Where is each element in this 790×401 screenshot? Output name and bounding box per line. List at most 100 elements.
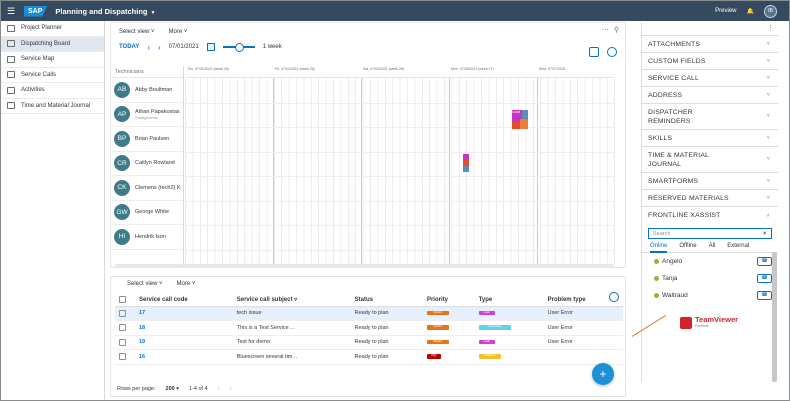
column-header[interactable]: Status <box>350 294 423 307</box>
rows-per-page-select[interactable]: 200 ▾ <box>166 386 179 392</box>
zoom-slider[interactable] <box>222 43 255 52</box>
table-row[interactable]: 17 tech issue Ready to plan Medium repai… <box>115 306 623 321</box>
section-dispatcher-reminders[interactable]: DISPATCHER REMINDERS ˅ <box>642 104 778 130</box>
agent-name: Waltraud <box>662 292 688 299</box>
user-avatar[interactable]: IB <box>764 4 777 18</box>
section-skills[interactable]: SKILLS ˅ <box>642 130 778 147</box>
avatar: AP <box>114 106 130 123</box>
clear-icon[interactable]: ✕ <box>762 231 767 237</box>
menu-icon[interactable]: ☰ <box>1 6 21 17</box>
online-status-icon <box>654 259 659 264</box>
row-checkbox[interactable] <box>119 309 126 317</box>
service-call-code[interactable]: 17 <box>135 306 233 321</box>
event-label: Load <box>512 110 520 114</box>
technician-row[interactable]: GW George White <box>111 201 183 225</box>
problem-type <box>543 349 623 365</box>
technician-row[interactable]: AB Abby Boultman <box>111 78 183 103</box>
overflow-icon[interactable]: ⋯ <box>602 26 609 34</box>
column-header[interactable]: Service call code <box>135 294 233 307</box>
nav-item-dispatching-board[interactable]: Dispatching Board <box>1 36 104 52</box>
technician-name: Clemens (tech2) K <box>135 184 181 191</box>
planner-icon <box>7 24 15 32</box>
row-checkbox[interactable] <box>119 353 126 361</box>
day-label: Thu, 07/01/2021 (week 26) <box>187 67 229 71</box>
panel-toolbar <box>642 22 778 36</box>
more-dropdown[interactable]: More ˅ <box>177 281 196 287</box>
select-all-checkbox[interactable] <box>119 296 126 304</box>
table-row[interactable]: 16 Bluescreen several tim... Ready to pl… <box>115 349 623 365</box>
nav-item-project-planner[interactable]: Project Planner <box>1 21 104 37</box>
table-row[interactable]: 18 This is a Test Service ... Ready to p… <box>115 320 623 336</box>
nav-item-service-calls[interactable]: Service Calls <box>1 68 104 83</box>
row-checkbox[interactable] <box>119 338 126 346</box>
section-time-material-journal[interactable]: TIME & MATERIAL JOURNAL ˅ <box>642 147 778 173</box>
section-smartforms[interactable]: SMARTFORMS ˅ <box>642 173 778 190</box>
column-header-label: Service call subject <box>236 297 293 304</box>
export-icon[interactable] <box>589 47 599 57</box>
settings-gear-icon[interactable] <box>607 47 617 57</box>
technician-row[interactable]: CR Caitlyn Rowland <box>111 152 183 176</box>
date-field[interactable]: 07/01/2021 <box>169 44 199 50</box>
teamviewer-logo: TeamViewer Frontline <box>680 316 738 330</box>
assignment-event[interactable] <box>512 122 520 129</box>
schedule-grid[interactable]: Thu, 07/01/2021 (week 26) Fri, 07/02/202… <box>185 66 615 266</box>
call-button[interactable]: ☎ <box>757 291 772 300</box>
agent-item: Waltraud ☎ <box>642 287 778 304</box>
nav-item-activities[interactable]: Activities <box>1 83 104 99</box>
technician-row[interactable]: AP Athan Papakostas 3 assignments <box>111 103 183 127</box>
section-custom-fields[interactable]: CUSTOM FIELDS ˅ <box>642 53 778 70</box>
panel-scrollbar[interactable] <box>772 252 777 382</box>
section-attachments[interactable]: ATTACHMENTS ˅ <box>642 36 778 53</box>
tab-online[interactable]: Online <box>650 243 668 253</box>
timeline-header: Thu, 07/01/2021 (week 26) Fri, 07/02/202… <box>185 66 615 78</box>
assignment-event[interactable] <box>522 110 528 119</box>
section-address[interactable]: ADDRESS ˅ <box>642 87 778 104</box>
bell-icon[interactable]: 🔔 <box>747 8 754 15</box>
next-page-icon[interactable]: › <box>230 386 232 392</box>
technician-row[interactable]: HI Hendrik Ison <box>111 225 183 250</box>
previous-arrow-icon[interactable]: ‹ <box>147 43 150 52</box>
more-dropdown[interactable]: More ˅ <box>169 29 188 35</box>
technician-name: Abby Boultman <box>135 86 173 93</box>
online-status-icon <box>654 293 659 298</box>
app-title[interactable]: Planning and Dispatching ▼ <box>55 7 155 16</box>
today-button[interactable]: TODAY <box>119 44 139 50</box>
table-row[interactable]: 19 Test for demo Ready to plan Medium re… <box>115 335 623 350</box>
technician-row[interactable]: CK Clemens (tech2) K <box>111 176 183 201</box>
service-call-code[interactable]: 19 <box>135 335 233 350</box>
technician-row[interactable]: BP Brian Paulsen <box>111 127 183 152</box>
more-options-icon[interactable]: ⋮ <box>767 24 774 32</box>
column-header[interactable]: Service call subject ▿ <box>232 294 351 307</box>
service-call-code[interactable]: 18 <box>135 320 233 336</box>
column-header[interactable]: Priority <box>422 294 475 307</box>
day-label: Sat, 07/03/2021 (week 26) <box>363 67 405 71</box>
nav-item-time-material-journal[interactable]: Time and Material Journal <box>1 99 104 114</box>
section-service-call[interactable]: SERVICE CALL ˅ <box>642 70 778 87</box>
column-header[interactable]: Type <box>474 294 544 307</box>
next-arrow-icon[interactable]: › <box>158 43 161 52</box>
tab-offline[interactable]: Offline <box>679 243 696 252</box>
call-button[interactable]: ☎ <box>757 257 772 266</box>
section-label: ADDRESS <box>648 91 683 99</box>
nav-item-service-map[interactable]: Service Map <box>1 52 104 68</box>
horizontal-scrollbar[interactable] <box>115 264 613 267</box>
row-checkbox[interactable] <box>119 324 126 332</box>
service-call-code[interactable]: 16 <box>135 349 233 365</box>
search-icon[interactable]: ⚲ <box>614 26 619 34</box>
calendar-icon[interactable] <box>206 43 215 51</box>
nav-label: Dispatching Board <box>21 40 71 47</box>
section-frontline-xassist[interactable]: FRONTLINE XASSIST ˄ <box>642 207 778 224</box>
assignment-event[interactable] <box>520 119 528 129</box>
section-reserved-materials[interactable]: RESERVED MATERIALS ˅ <box>642 190 778 207</box>
tab-external[interactable]: External <box>727 243 749 252</box>
previous-page-icon[interactable]: ‹ <box>218 386 220 392</box>
select-view-dropdown[interactable]: Select view ˅ <box>119 29 155 35</box>
preview-link[interactable]: Preview <box>715 8 736 14</box>
select-view-dropdown[interactable]: Select view ˅ <box>127 281 163 287</box>
column-header[interactable]: Problem type <box>543 294 623 307</box>
call-button[interactable]: ☎ <box>757 274 772 283</box>
assignment-event[interactable] <box>463 166 469 172</box>
agent-search-input[interactable]: Search ✕ <box>648 228 772 239</box>
add-button[interactable]: + <box>592 363 614 385</box>
tab-all[interactable]: All <box>709 243 716 252</box>
